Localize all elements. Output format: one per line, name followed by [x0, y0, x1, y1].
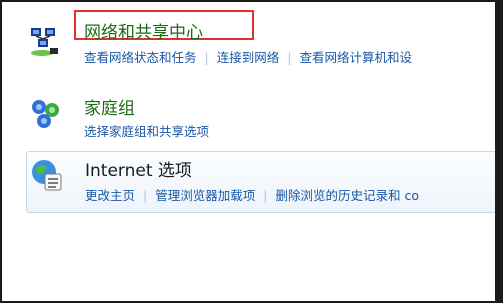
- window-edge: [495, 0, 503, 303]
- internet-options-icon[interactable]: [29, 157, 63, 191]
- control-panel-window: 网络和共享中心 查看网络状态和任务 | 连接到网络 | 查看网络计算机和设 家庭组 选择…: [0, 0, 503, 303]
- separator: |: [263, 188, 268, 203]
- separator: |: [143, 188, 148, 203]
- view-network-computers-link[interactable]: 查看网络计算机和设: [299, 50, 412, 65]
- manage-addons-link[interactable]: 管理浏览器加载项: [155, 188, 255, 203]
- separator: |: [204, 50, 209, 65]
- delete-history-link[interactable]: 删除浏览的历史记录和 co: [275, 188, 419, 203]
- internet-options-link[interactable]: Internet 选项: [85, 156, 192, 181]
- homegroup-task-links: 选择家庭组和共享选项: [84, 121, 209, 140]
- separator: |: [287, 50, 292, 65]
- internet-options-task-links: 更改主页 | 管理浏览器加载项 | 删除浏览的历史记录和 co: [85, 185, 419, 204]
- homegroup-icon[interactable]: [28, 96, 62, 130]
- category-network-sharing-center: 网络和共享中心 查看网络状态和任务 | 连接到网络 | 查看网络计算机和设: [26, 10, 501, 78]
- category-internet-options: Internet 选项 更改主页 | 管理浏览器加载项 | 删除浏览的历史记录和 co: [26, 151, 498, 213]
- network-center-icon[interactable]: [28, 24, 62, 58]
- network-task-links: 查看网络状态和任务 | 连接到网络 | 查看网络计算机和设: [84, 47, 412, 66]
- homegroup-sharing-options-link[interactable]: 选择家庭组和共享选项: [84, 124, 209, 139]
- network-sharing-center-link[interactable]: 网络和共享中心: [84, 18, 203, 43]
- change-homepage-link[interactable]: 更改主页: [85, 188, 135, 203]
- view-network-status-link[interactable]: 查看网络状态和任务: [84, 50, 197, 65]
- category-homegroup: 家庭组 选择家庭组和共享选项: [26, 88, 501, 142]
- homegroup-link[interactable]: 家庭组: [84, 94, 135, 119]
- connect-to-network-link[interactable]: 连接到网络: [217, 50, 280, 65]
